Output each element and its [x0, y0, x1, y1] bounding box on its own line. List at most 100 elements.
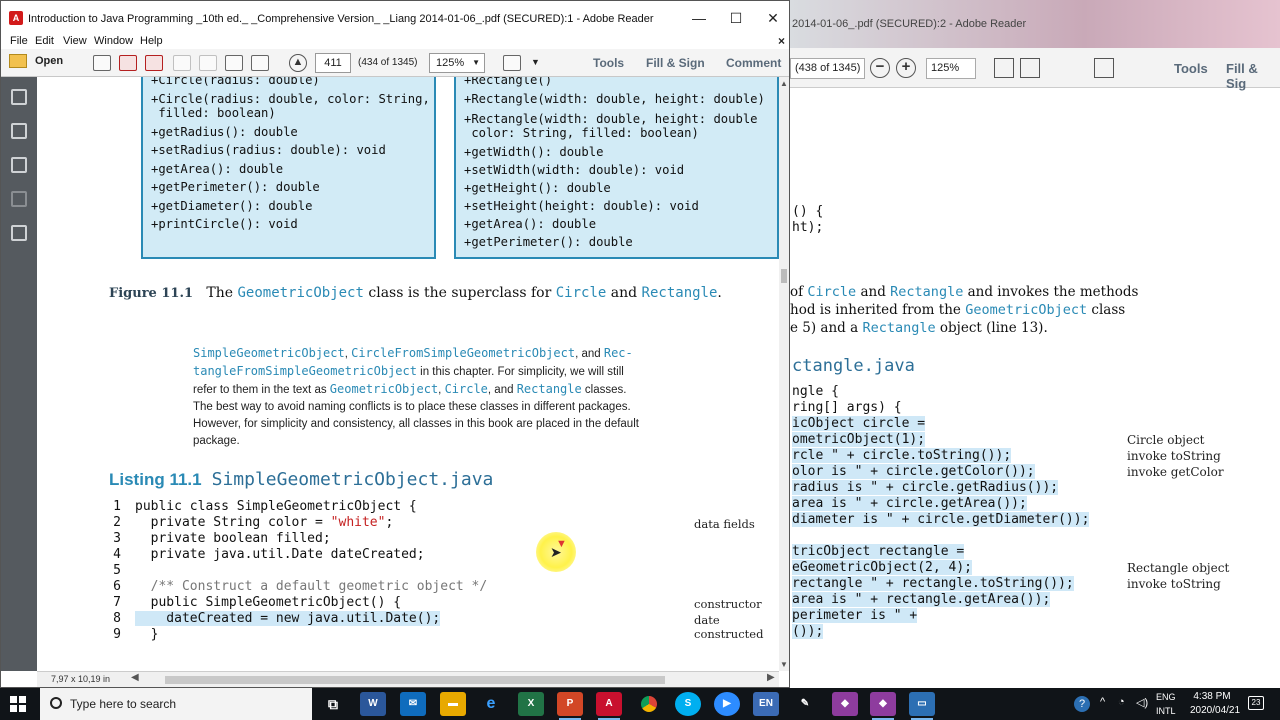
- full-screen-icon[interactable]: [1020, 58, 1040, 78]
- code-line: 1 public class SimpleGeometricObject {: [113, 499, 417, 514]
- minimize-button[interactable]: —: [681, 7, 717, 29]
- maximize-button[interactable]: ☐: [718, 7, 754, 29]
- skype-icon[interactable]: S: [675, 692, 701, 716]
- language-indicator[interactable]: ENG INTL: [1156, 690, 1176, 718]
- title-bar[interactable]: A Introduction to Java Programming _10th…: [1, 1, 789, 35]
- scrollbar-thumb[interactable]: [781, 269, 787, 283]
- search-box[interactable]: Type here to search: [40, 688, 312, 720]
- code-line: 9 }: [113, 627, 159, 642]
- page-dimensions: 7,97 x 10,19 in: [51, 674, 111, 684]
- menu-window[interactable]: Window: [94, 35, 133, 47]
- bg-code-line: perimeter is " +: [792, 608, 918, 623]
- vertical-scrollbar[interactable]: ▲ ▼: [779, 77, 789, 671]
- task-view-icon[interactable]: ⧉: [320, 692, 346, 716]
- bg-text-line: e 5) and a Rectangle object (line 13).: [790, 320, 1048, 336]
- excel-icon[interactable]: X: [518, 692, 544, 716]
- open-button[interactable]: Open: [9, 54, 63, 68]
- adobe-reader-taskbar-icon[interactable]: A: [596, 692, 622, 720]
- menu-view[interactable]: View: [63, 35, 87, 47]
- uml-line: +setHeight(height: double): void: [464, 199, 699, 213]
- search-placeholder: Type here to search: [70, 697, 177, 711]
- previous-page-icon[interactable]: ▲: [289, 54, 307, 72]
- mail-icon[interactable]: ✉: [400, 692, 426, 716]
- document-page[interactable]: +Circle(radius: double) +Circle(radius: …: [37, 77, 779, 671]
- pages-icon[interactable]: [11, 123, 27, 139]
- edit-pdf-icon[interactable]: [145, 55, 163, 71]
- close-button[interactable]: ✕: [755, 7, 791, 29]
- app-4-icon[interactable]: ▭: [909, 692, 935, 720]
- horizontal-scrollbar[interactable]: [165, 676, 665, 684]
- expand-icon[interactable]: [1094, 58, 1114, 78]
- uml-line: +getHeight(): double: [464, 181, 611, 195]
- app-1-icon[interactable]: ✎: [792, 692, 818, 716]
- page-number-input[interactable]: 411: [315, 53, 351, 73]
- side-note: data fields: [694, 517, 755, 531]
- background-fill-sign-button[interactable]: Fill & Sig: [1226, 61, 1280, 91]
- email-icon[interactable]: [251, 55, 269, 71]
- zoom-out-icon[interactable]: −: [870, 58, 890, 78]
- volume-icon[interactable]: ◁): [1136, 696, 1148, 709]
- chevron-down-icon: ▼: [472, 58, 480, 67]
- layers-icon[interactable]: [11, 225, 27, 241]
- menu-file[interactable]: File: [10, 35, 28, 47]
- uml-line: color: String, filled: boolean): [464, 126, 699, 140]
- zoom-icon[interactable]: ▶: [714, 692, 740, 716]
- comment-button[interactable]: Comment: [726, 56, 781, 70]
- en-app-icon[interactable]: EN: [753, 692, 779, 716]
- menu-help[interactable]: Help: [140, 35, 163, 47]
- print-icon[interactable]: [225, 55, 243, 71]
- save-icon[interactable]: [199, 55, 217, 71]
- powerpoint-icon[interactable]: P: [557, 692, 583, 720]
- uml-line: +Rectangle(): [464, 77, 553, 87]
- file-explorer-icon[interactable]: ▬: [440, 692, 466, 716]
- scroll-down-icon[interactable]: ▼: [779, 660, 789, 669]
- scroll-up-icon[interactable]: ▲: [779, 79, 789, 88]
- help-icon[interactable]: ?: [1074, 696, 1090, 712]
- app-3-icon[interactable]: ◆: [870, 692, 896, 720]
- attachment-icon[interactable]: [11, 191, 27, 207]
- create-pdf-icon[interactable]: [93, 55, 111, 71]
- scroll-left-icon[interactable]: ◀: [131, 672, 139, 683]
- status-bar: 7,97 x 10,19 in ◀ ▶: [37, 671, 779, 687]
- notification-icon[interactable]: 23: [1248, 696, 1264, 710]
- adobe-reader-icon: A: [9, 11, 23, 25]
- side-note: constructor: [694, 597, 762, 611]
- bg-annotation: Circle object: [1127, 433, 1205, 447]
- fit-page-icon[interactable]: [994, 58, 1014, 78]
- zoom-select[interactable]: 125% ▼: [429, 53, 485, 73]
- lang-layout: INTL: [1156, 706, 1176, 716]
- chrome-icon[interactable]: [636, 692, 662, 716]
- menu-edit[interactable]: Edit: [35, 35, 54, 47]
- network-icon[interactable]: ◔: [1118, 696, 1125, 708]
- windows-start-icon[interactable]: [10, 696, 26, 712]
- bg-text-line: hod is inherited from the GeometricObjec…: [790, 302, 1126, 318]
- background-zoom-select[interactable]: 125%: [926, 58, 976, 79]
- bookmark-icon[interactable]: [11, 157, 27, 173]
- word-icon[interactable]: W: [360, 692, 386, 716]
- folder-icon: [9, 54, 27, 68]
- edge-icon[interactable]: e: [478, 692, 504, 716]
- listing-filename: SimpleGeometricObject.java: [211, 469, 494, 490]
- tools-button[interactable]: Tools: [593, 56, 624, 70]
- zoom-in-icon[interactable]: +: [896, 58, 916, 78]
- cloud-upload-icon[interactable]: [173, 55, 191, 71]
- uml-line: +Rectangle(width: double, height: double…: [464, 92, 765, 106]
- export-pdf-icon[interactable]: [119, 55, 137, 71]
- expand-view-icon[interactable]: [503, 55, 521, 71]
- menu-bar: File Edit View Window Help ×: [1, 34, 789, 49]
- background-toolbar: (438 of 1345) − + 125% Tools Fill & Sig: [790, 48, 1280, 91]
- bg-code-line: rcle " + circle.toString());: [792, 448, 1012, 463]
- bg-code-line: diameter is " + circle.getDiameter());: [792, 512, 1090, 527]
- chevron-up-icon[interactable]: ^: [1100, 696, 1105, 708]
- background-tools-button[interactable]: Tools: [1174, 61, 1208, 76]
- clock[interactable]: 4:38 PM 2020/04/21: [1190, 690, 1240, 718]
- listing-label: Listing 11.1: [109, 470, 202, 489]
- uml-line: filled: boolean): [151, 106, 276, 120]
- app-2-icon[interactable]: ◆: [832, 692, 858, 716]
- scroll-right-icon[interactable]: ▶: [767, 672, 775, 683]
- lock-icon[interactable]: [11, 89, 27, 105]
- fill-sign-button[interactable]: Fill & Sign: [646, 56, 705, 70]
- close-document-icon[interactable]: ×: [778, 34, 785, 48]
- toolbar-overflow-icon[interactable]: ▼: [531, 57, 540, 67]
- background-titlebar: 2014-01-06_.pdf (SECURED):2 - Adobe Read…: [790, 0, 1280, 48]
